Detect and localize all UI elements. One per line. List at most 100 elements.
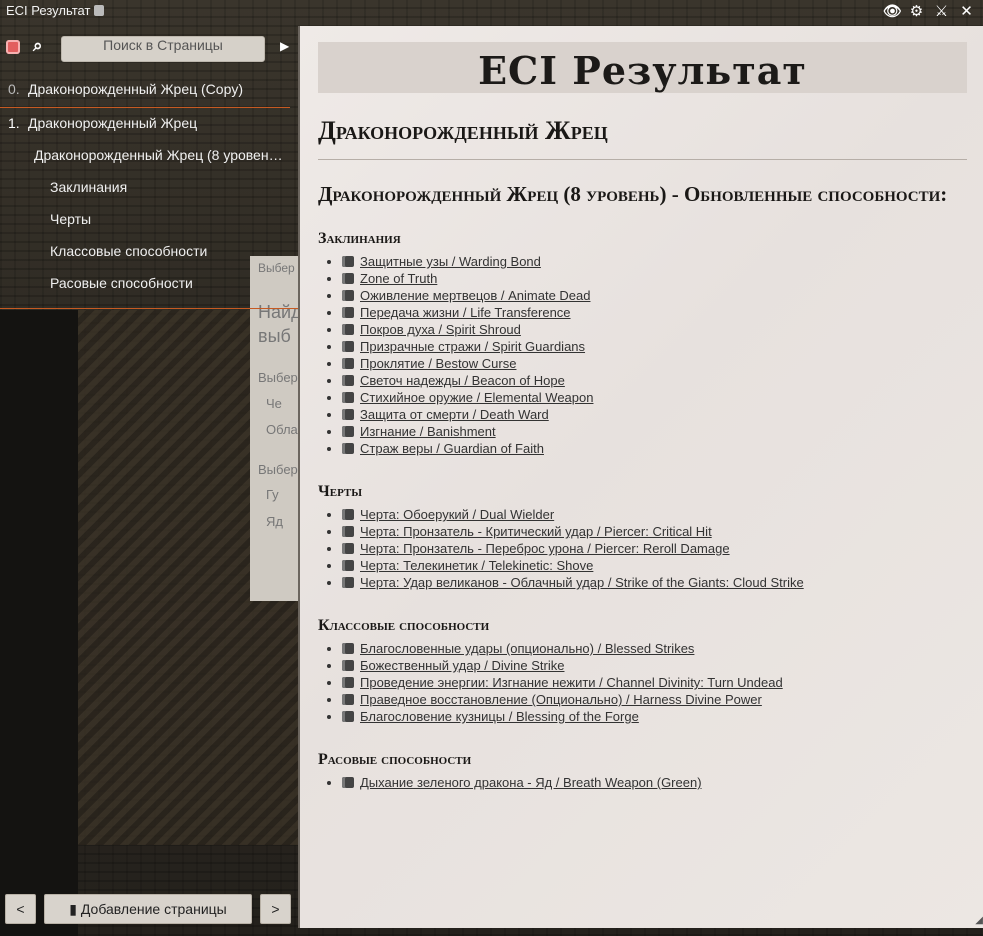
item-link[interactable]: Черта: Удар великанов - Облачный удар / … — [360, 575, 804, 590]
page-item-racial-features[interactable]: Расовые способности — [50, 275, 193, 291]
page-label: Черты — [50, 211, 92, 227]
list-item[interactable]: Черта: Телекинетик / Telekinetic: Shove — [342, 557, 804, 574]
feat-list: Черта: Обоерукий / Dual Wielder Черта: П… — [318, 506, 804, 591]
gear-icon[interactable]: ⚙ — [908, 2, 925, 20]
item-link[interactable]: Оживление мертвецов / Animate Dead — [360, 288, 590, 303]
page-item-feats[interactable]: Черты — [50, 211, 91, 227]
page-item-level8[interactable]: Драконорожденный Жрец (8 уровен… — [34, 147, 288, 163]
list-item[interactable]: Черта: Удар великанов - Облачный удар / … — [342, 574, 804, 591]
list-item[interactable]: Изгнание / Banishment — [342, 423, 593, 440]
list-item[interactable]: Защита от смерти / Death Ward — [342, 406, 593, 423]
item-link[interactable]: Благословенные удары (опционально) / Ble… — [360, 641, 694, 656]
resize-handle-icon[interactable]: ◢ — [975, 915, 983, 926]
item-link[interactable]: Черта: Телекинетик / Telekinetic: Shove — [360, 558, 593, 573]
list-item[interactable]: Светоч надежды / Beacon of Hope — [342, 372, 593, 389]
item-link[interactable]: Черта: Пронзатель - Критический удар / P… — [360, 524, 712, 539]
item-link[interactable]: Передача жизни / Life Transference — [360, 305, 571, 320]
item-link[interactable]: Проклятие / Bestow Curse — [360, 356, 516, 371]
item-link[interactable]: Божественный удар / Divine Strike — [360, 658, 564, 673]
page-label: Драконорожденный Жрец (Copy) — [28, 81, 244, 97]
page-item-class-features[interactable]: Классовые способности — [50, 243, 207, 259]
item-icon — [342, 392, 354, 403]
list-item[interactable]: Призрачные стражи / Spirit Guardians — [342, 338, 593, 355]
section-spells: Заклинания Защитные узы / Warding Bond Z… — [318, 230, 593, 457]
item-link[interactable]: Праведное восстановление (Опционально) /… — [360, 692, 762, 707]
list-item[interactable]: Защитные узы / Warding Bond — [342, 253, 593, 270]
list-item[interactable]: Проклятие / Bestow Curse — [342, 355, 593, 372]
collapse-arrow-icon[interactable]: ▶ — [280, 39, 289, 53]
list-item[interactable]: Zone of Truth — [342, 270, 593, 287]
journal-icon[interactable] — [94, 5, 105, 16]
item-link[interactable]: Призрачные стражи / Spirit Guardians — [360, 339, 585, 354]
item-link[interactable]: Zone of Truth — [360, 271, 437, 286]
crossed-swords-icon[interactable]: ⚔ — [933, 2, 950, 20]
close-icon[interactable]: ✕ — [958, 2, 975, 20]
item-link[interactable]: Светоч надежды / Beacon of Hope — [360, 373, 565, 388]
add-page-label: Добавление страницы — [80, 901, 227, 917]
add-page-button[interactable]: ▮ Добавление страницы — [44, 894, 252, 924]
section-title: Заклинания — [318, 230, 401, 247]
list-item[interactable]: Черта: Обоерукий / Dual Wielder — [342, 506, 804, 523]
list-item[interactable]: Страж веры / Guardian of Faith — [342, 440, 593, 457]
item-icon — [342, 341, 354, 352]
item-link[interactable]: Благословение кузницы / Blessing of the … — [360, 709, 639, 724]
item-icon — [342, 290, 354, 301]
section-title: Расовые способности — [318, 751, 472, 768]
list-item[interactable]: Праведное восстановление (Опционально) /… — [342, 691, 783, 708]
section-class-features: Классовые способности Благословенные уда… — [318, 617, 783, 725]
subheading: Драконорожденный Жрец (8 уровень) - Обно… — [318, 182, 948, 206]
list-item[interactable]: Благословенные удары (опционально) / Ble… — [342, 640, 783, 657]
list-item[interactable]: Черта: Пронзатель - Критический удар / P… — [342, 523, 804, 540]
pin-icon[interactable] — [6, 40, 20, 54]
item-link[interactable]: Покров духа / Spirit Shroud — [360, 322, 521, 337]
window-title-text: ECI Результат — [6, 3, 91, 18]
banner-title: ECI Результат — [478, 48, 807, 93]
item-icon — [342, 694, 354, 705]
page-label: Расовые способности — [50, 275, 193, 291]
item-icon — [342, 643, 354, 654]
page-item-main[interactable]: 1. Драконорожденный Жрец — [8, 115, 197, 131]
item-icon — [342, 577, 354, 588]
item-icon — [342, 677, 354, 688]
item-link[interactable]: Дыхание зеленого дракона - Яд / Breath W… — [360, 775, 702, 790]
item-icon — [342, 375, 354, 386]
divider — [318, 159, 967, 160]
eye-icon[interactable]: 👁 — [883, 2, 902, 20]
item-link[interactable]: Страж веры / Guardian of Faith — [360, 441, 544, 456]
list-item[interactable]: Дыхание зеленого дракона - Яд / Breath W… — [342, 774, 702, 791]
item-icon — [342, 711, 354, 722]
item-link[interactable]: Изгнание / Banishment — [360, 424, 496, 439]
list-item[interactable]: Божественный удар / Divine Strike — [342, 657, 783, 674]
list-item[interactable]: Проведение энергии: Изгнание нежити / Ch… — [342, 674, 783, 691]
list-item[interactable]: Черта: Пронзатель - Переброс урона / Pie… — [342, 540, 804, 557]
item-icon — [342, 358, 354, 369]
prev-page-button[interactable]: < — [5, 894, 36, 924]
next-page-button[interactable]: > — [260, 894, 291, 924]
list-item[interactable]: Стихийное оружие / Elemental Weapon — [342, 389, 593, 406]
page-item-spells[interactable]: Заклинания — [50, 179, 127, 195]
list-item[interactable]: Оживление мертвецов / Animate Dead — [342, 287, 593, 304]
item-link[interactable]: Защитные узы / Warding Bond — [360, 254, 541, 269]
list-item[interactable]: Передача жизни / Life Transference — [342, 304, 593, 321]
item-link[interactable]: Черта: Обоерукий / Dual Wielder — [360, 507, 554, 522]
page-label: Заклинания — [50, 179, 128, 195]
item-link[interactable]: Черта: Пронзатель - Переброс урона / Pie… — [360, 541, 730, 556]
page-item-copy[interactable]: 0. Драконорожденный Жрец (Copy) — [8, 81, 243, 97]
item-icon — [342, 324, 354, 335]
item-link[interactable]: Проведение энергии: Изгнание нежити / Ch… — [360, 675, 783, 690]
section-racial-features: Расовые способности Дыхание зеленого дра… — [318, 751, 702, 791]
item-link[interactable]: Защита от смерти / Death Ward — [360, 407, 549, 422]
banner: ECI Результат — [318, 42, 967, 93]
search-input[interactable]: Поиск в Страницы — [61, 36, 265, 62]
item-icon — [342, 409, 354, 420]
add-page-icon: ▮ — [69, 901, 77, 917]
list-item[interactable]: Благословение кузницы / Blessing of the … — [342, 708, 783, 725]
list-item[interactable]: Покров духа / Spirit Shroud — [342, 321, 593, 338]
sidebar-footer: < ▮ Добавление страницы > — [0, 894, 298, 924]
item-icon — [342, 777, 354, 788]
search-icon[interactable]: ⌕ — [33, 36, 43, 56]
racial-feature-list: Дыхание зеленого дракона - Яд / Breath W… — [318, 774, 702, 791]
content-panel: ECI Результат Драконорожденный Жрец Драк… — [298, 26, 983, 928]
item-icon — [342, 543, 354, 554]
item-link[interactable]: Стихийное оружие / Elemental Weapon — [360, 390, 593, 405]
